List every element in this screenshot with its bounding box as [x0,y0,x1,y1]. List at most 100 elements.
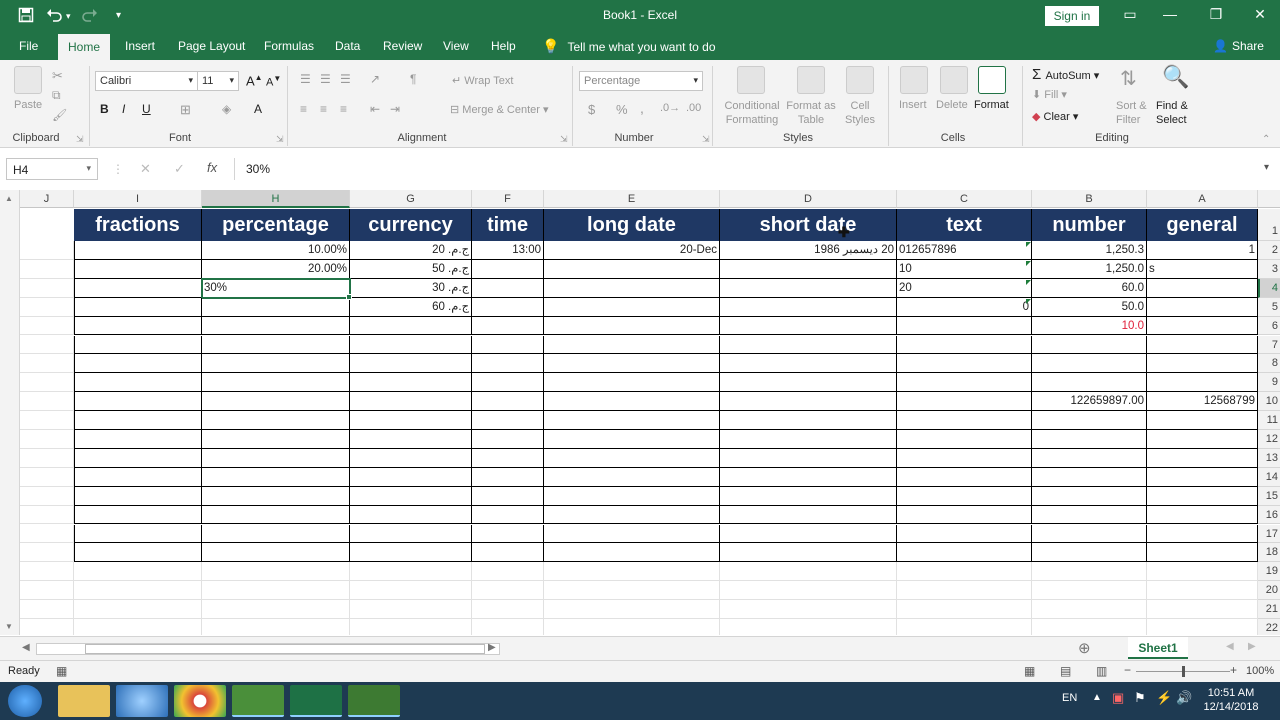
cell-a10[interactable]: 12568799 [1147,392,1258,412]
sort-filter-button[interactable]: Sort & Filter [1116,99,1150,127]
cell-h21[interactable] [202,600,350,619]
cell-b20[interactable] [1032,581,1147,601]
cell-j4[interactable] [20,278,74,298]
cell-a14[interactable] [1147,467,1258,487]
sheet-tab-sheet1[interactable]: Sheet1 [1128,637,1188,659]
font-launcher-icon[interactable]: ⇲ [276,134,284,145]
cell-d15[interactable] [720,486,897,506]
cell-h11[interactable] [202,411,350,430]
cell-i4[interactable] [74,278,202,298]
cell-c15[interactable] [897,486,1032,506]
cell-e6[interactable] [544,316,720,336]
cell-d4[interactable] [720,278,897,298]
underline-button[interactable]: U [142,102,151,116]
cell-h5[interactable] [202,297,350,317]
cell-styles-icon[interactable] [846,66,874,94]
number-launcher-icon[interactable]: ⇲ [702,134,710,145]
scroll-right-icon[interactable]: ▶ [488,642,496,653]
cell-h9[interactable] [202,373,350,393]
cell-i9[interactable] [74,373,202,393]
column-header-d[interactable]: D [720,190,897,208]
cell-j8[interactable] [20,354,74,374]
font-color-icon[interactable]: A [254,102,262,116]
header-cell-d1[interactable]: short date [720,209,897,241]
bold-button[interactable]: B [100,102,109,116]
format-cells-button[interactable]: Format [974,99,1009,111]
column-header-i[interactable]: I [74,190,202,208]
internet-explorer-icon[interactable] [116,685,168,717]
zoom-thumb[interactable] [1182,666,1185,677]
column-header-h[interactable]: H [202,190,350,208]
cell-f4[interactable] [472,278,544,298]
cell-d22[interactable] [720,619,897,635]
row-header-17[interactable]: 17 [1258,524,1280,544]
cell-f7[interactable] [472,335,544,355]
cell-i21[interactable] [74,600,202,619]
cell-g13[interactable] [350,448,472,468]
cell-h13[interactable] [202,448,350,468]
cell-j11[interactable] [20,411,74,430]
row-header-6[interactable]: 6 [1258,316,1280,336]
cell-d10[interactable] [720,392,897,412]
cell-c16[interactable] [897,505,1032,525]
cell-i6[interactable] [74,316,202,336]
font-size-combo[interactable]: 11 ▾ [197,71,239,91]
font-name-combo[interactable]: Calibri ▾ [95,71,198,91]
cell-d12[interactable] [720,430,897,449]
cell-d20[interactable] [720,581,897,601]
cell-h12[interactable] [202,430,350,449]
worksheet-grid[interactable]: ▲ ▼ J I H G F E D C B A 1 2 3 4 5 6 7 8 9 10 11 12 13 14 15 16 17 1… [0,190,1280,635]
cell-h19[interactable] [202,562,350,582]
error-indicator-icon[interactable] [1026,279,1031,285]
column-header-j[interactable]: J [20,190,74,208]
row-header-8[interactable]: 8 [1258,354,1280,374]
cell-g3[interactable]: ج.م.‏ 50 [350,259,472,279]
fill-handle[interactable] [346,293,352,300]
tab-page-layout[interactable]: Page Layout [178,39,245,53]
cell-i22[interactable] [74,619,202,635]
cell-a2[interactable]: 1 [1147,241,1258,260]
error-indicator-icon[interactable] [1026,260,1031,266]
cell-e10[interactable] [544,392,720,412]
share-button[interactable]: 👤 Share [1213,39,1264,53]
cell-i2[interactable] [74,241,202,260]
ribbon-display-options-icon[interactable]: ▭ [1120,6,1140,23]
decrease-font-icon[interactable]: A▼ [266,74,281,89]
cell-c10[interactable] [897,392,1032,412]
middle-align-icon[interactable]: ☰ [320,72,331,86]
cell-i8[interactable] [74,354,202,374]
cell-j21[interactable] [20,600,74,619]
cell-f12[interactable] [472,430,544,449]
formula-input[interactable]: 30% [246,162,270,176]
cell-g5[interactable]: ج.م.‏ 60 [350,297,472,317]
scroll-thumb[interactable] [85,644,485,654]
vertical-scrollbar[interactable]: ▲ ▼ [0,190,20,635]
cell-e5[interactable] [544,297,720,317]
horizontal-scrollbar[interactable] [36,643,500,655]
column-header-a[interactable]: A [1147,190,1258,208]
scroll-up-icon[interactable]: ▲ [5,194,13,203]
cell-f17[interactable] [472,524,544,544]
cell-b21[interactable] [1032,600,1147,619]
cell-h7[interactable] [202,335,350,355]
page-layout-view-icon[interactable]: ▤ [1060,664,1071,678]
cell-c17[interactable] [897,524,1032,544]
cell-d18[interactable] [720,543,897,563]
cut-icon[interactable]: ✂ [52,68,63,84]
tell-me-search[interactable]: 💡 Tell me what you want to do [542,38,716,55]
error-indicator-icon[interactable] [1026,242,1031,247]
cell-e12[interactable] [544,430,720,449]
cell-b7[interactable] [1032,335,1147,355]
tab-file[interactable]: File [19,39,38,53]
cell-h17[interactable] [202,524,350,544]
header-cell-b1[interactable]: number [1032,209,1147,241]
sort-filter-icon[interactable]: ⇅ [1120,66,1137,91]
row-header-14[interactable]: 14 [1258,467,1280,487]
cell-h8[interactable] [202,354,350,374]
cell-f20[interactable] [472,581,544,601]
cell-a9[interactable] [1147,373,1258,393]
cell-f14[interactable] [472,467,544,487]
cell-d14[interactable] [720,467,897,487]
cell-d9[interactable] [720,373,897,393]
cell-e21[interactable] [544,600,720,619]
